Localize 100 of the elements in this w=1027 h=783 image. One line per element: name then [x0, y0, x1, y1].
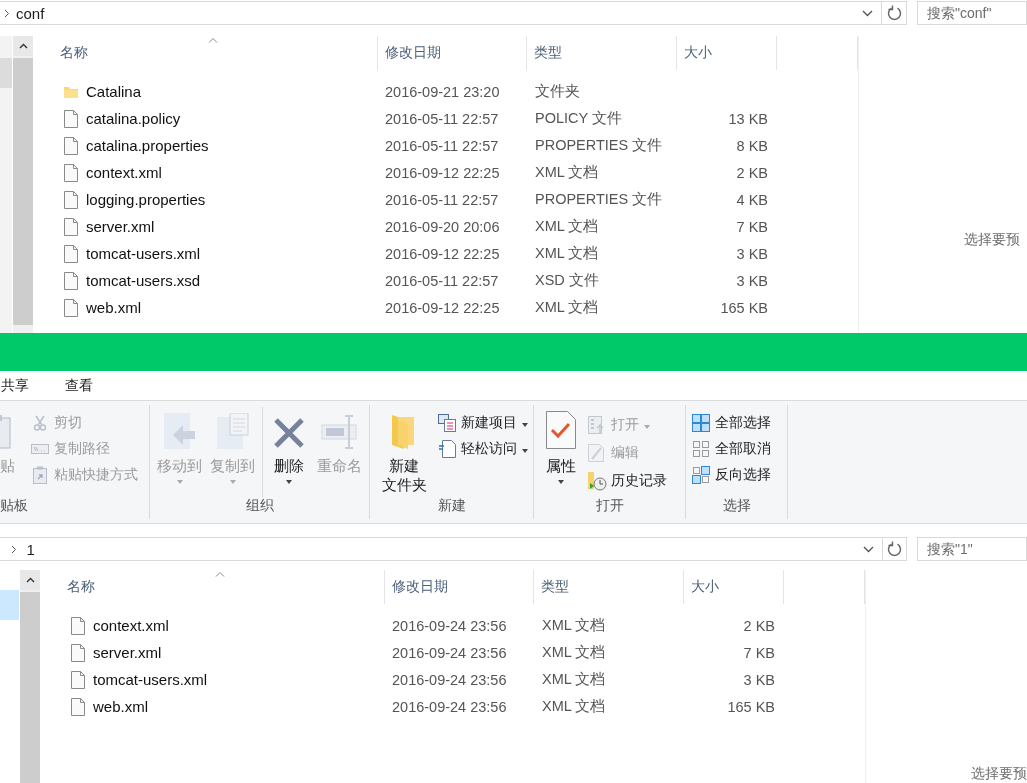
- file-name[interactable]: server.xml: [93, 644, 162, 661]
- scroll-up-button[interactable]: [13, 36, 33, 56]
- file-size: 3 KB: [736, 272, 768, 289]
- ribbon-button[interactable]: 反向选择: [691, 463, 771, 487]
- file-name[interactable]: catalina.policy: [86, 110, 181, 127]
- dropdown-icon[interactable]: [862, 9, 874, 17]
- file-icon: [71, 616, 85, 635]
- ribbon-button[interactable]: 删除: [267, 407, 311, 497]
- file-name[interactable]: tomcat-users.xml: [93, 671, 208, 688]
- nav-highlight: [0, 590, 19, 620]
- modified-date: 2016-09-24 23:56: [392, 671, 507, 688]
- file-size: 13 KB: [728, 110, 768, 127]
- nav-highlight: [0, 58, 12, 88]
- file-type: XML 文档: [542, 671, 606, 687]
- open-icon: [588, 416, 606, 434]
- file-type: PROPERTIES 文件: [535, 191, 663, 207]
- file-icon: [64, 271, 78, 290]
- search-field[interactable]: 搜索"conf": [917, 1, 1027, 25]
- clipboard-icon: [0, 415, 12, 449]
- address-bar[interactable]: conf: [0, 1, 883, 25]
- file-type: XML 文档: [535, 218, 599, 234]
- file-icon: [71, 670, 85, 689]
- scissors-icon: [32, 415, 48, 431]
- modified-date: 2016-09-24 23:56: [392, 698, 507, 715]
- refresh-icon: [886, 541, 902, 557]
- file-name[interactable]: context.xml: [86, 164, 162, 181]
- file-icon: [71, 697, 85, 716]
- file-name[interactable]: logging.properties: [86, 191, 206, 208]
- scrollbar-thumb[interactable]: [20, 592, 40, 783]
- file-name[interactable]: Catalina: [86, 83, 142, 100]
- sort-caret-icon: [215, 571, 225, 577]
- column-header[interactable]: 类型: [527, 36, 677, 70]
- file-icon: [64, 163, 78, 182]
- ribbon-button[interactable]: 属性: [539, 407, 583, 497]
- ribbon-button[interactable]: 历史记录: [587, 469, 667, 493]
- file-icon: [64, 217, 78, 236]
- file-icon: [64, 136, 78, 155]
- modified-date: 2016-09-12 22:25: [385, 299, 500, 316]
- ribbon-button[interactable]: 全部选择: [691, 411, 771, 435]
- file-name[interactable]: web.xml: [93, 698, 148, 715]
- modified-date: 2016-05-11 22:57: [385, 191, 499, 208]
- easy-access-icon: [438, 440, 456, 458]
- copy-path-icon: [31, 443, 49, 455]
- modified-date: 2016-05-11 22:57: [385, 137, 499, 154]
- modified-date: 2016-09-20 20:06: [385, 218, 500, 235]
- file-name[interactable]: tomcat-users.xsd: [86, 272, 201, 289]
- file-type: XML 文档: [535, 299, 599, 315]
- file-size: 3 KB: [743, 671, 775, 688]
- column-header[interactable]: 名称: [47, 570, 385, 604]
- select-none-icon: [692, 440, 710, 458]
- file-name[interactable]: tomcat-users.xml: [86, 245, 201, 262]
- sort-caret-icon: [208, 37, 218, 43]
- group-label: 打开: [595, 497, 624, 513]
- group-label: 新建: [437, 497, 466, 513]
- scroll-up-button[interactable]: [20, 570, 40, 590]
- file-icon: [64, 298, 78, 317]
- file-type: POLICY 文件: [535, 110, 622, 126]
- modified-date: 2016-09-12 22:25: [385, 164, 500, 181]
- scrollbar-thumb[interactable]: [13, 58, 33, 325]
- file-size: 3 KB: [736, 245, 768, 262]
- refresh-button[interactable]: [882, 537, 907, 561]
- ribbon-button[interactable]: 轻松访问: [437, 437, 528, 461]
- ribbon-button[interactable]: 全部取消: [691, 437, 771, 461]
- file-icon: [64, 109, 78, 128]
- modified-date: 2016-09-21 23:20: [385, 83, 500, 100]
- ribbon-button[interactable]: 新建文件夹: [375, 407, 433, 497]
- file-name[interactable]: catalina.properties: [86, 137, 209, 154]
- history-icon: [587, 471, 607, 491]
- column-header[interactable]: 修改日期: [385, 570, 534, 604]
- file-size: 7 KB: [743, 644, 775, 661]
- dropdown-icon[interactable]: [862, 545, 874, 553]
- file-name[interactable]: context.xml: [93, 617, 169, 634]
- refresh-button[interactable]: [882, 1, 907, 25]
- select-all-icon: [692, 414, 710, 432]
- ribbon-tab[interactable]: 查看: [50, 372, 108, 399]
- delete-icon: [273, 417, 305, 449]
- group-label: 组织: [245, 497, 274, 513]
- ribbon-button[interactable]: 新建项目: [437, 411, 528, 435]
- column-header[interactable]: 修改日期: [378, 36, 527, 70]
- file-type: XSD 文件: [535, 272, 599, 288]
- chevron-icon: [4, 8, 10, 18]
- group-label: 贴板: [0, 497, 28, 513]
- file-name[interactable]: server.xml: [86, 218, 155, 235]
- ribbon-tab[interactable]: 共享: [0, 372, 44, 399]
- column-header[interactable]: 大小: [684, 570, 784, 604]
- search-field[interactable]: 搜索"1": [917, 537, 1027, 561]
- rename-icon: [320, 415, 359, 449]
- move-arrow-icon: [162, 413, 197, 449]
- file-type: XML 文档: [542, 617, 606, 633]
- address-bar[interactable]: 1: [0, 537, 883, 561]
- file-name[interactable]: web.xml: [86, 299, 141, 316]
- column-header[interactable]: 大小: [677, 36, 777, 70]
- file-type: XML 文档: [535, 164, 599, 180]
- column-header[interactable]: 类型: [534, 570, 684, 604]
- copy-pages-icon: [215, 413, 250, 449]
- file-type: PROPERTIES 文件: [535, 137, 663, 153]
- column-header[interactable]: 名称: [40, 36, 378, 70]
- file-type: XML 文档: [542, 698, 606, 714]
- file-icon: [64, 190, 78, 209]
- preview-message: 选择要预: [964, 231, 1020, 247]
